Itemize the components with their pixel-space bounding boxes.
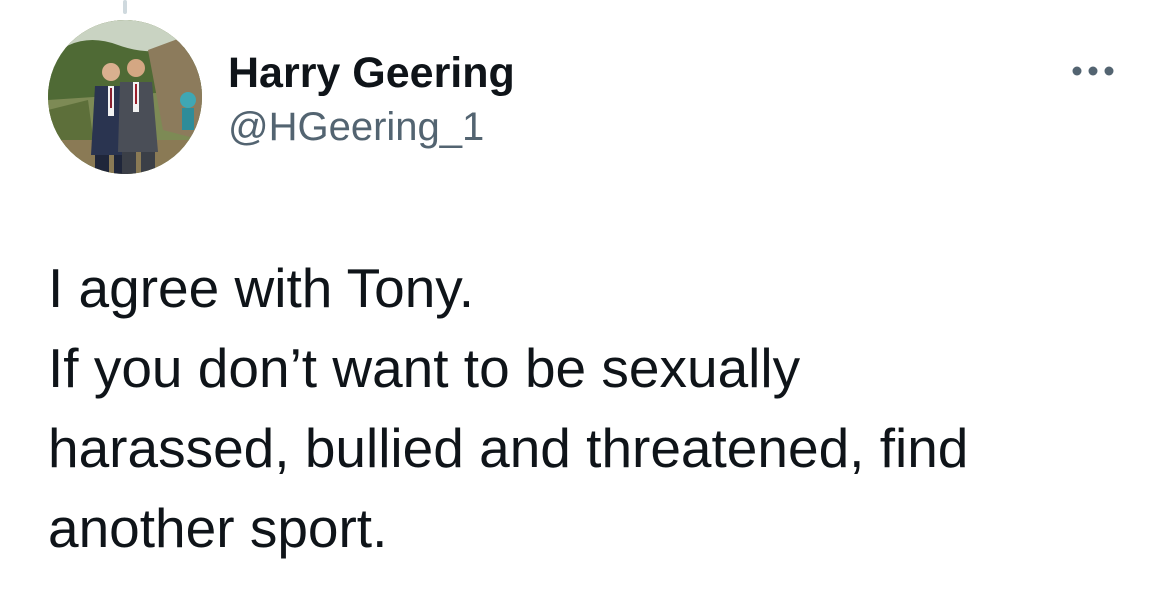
tweet-text: I agree with Tony. If you don’t want to … bbox=[48, 248, 1148, 568]
tweet-text-line: I agree with Tony. bbox=[48, 257, 474, 319]
more-options-button[interactable] bbox=[1066, 56, 1120, 86]
avatar[interactable] bbox=[48, 20, 202, 174]
tweet-text-line: another sport. bbox=[48, 497, 388, 559]
avatar-photo bbox=[48, 20, 202, 174]
more-horizontal-icon bbox=[1072, 66, 1114, 76]
tweet-text-line: If you don’t want to be sexually bbox=[48, 337, 801, 399]
thread-connector-line bbox=[123, 0, 127, 14]
author-display-name[interactable]: Harry Geering bbox=[228, 48, 515, 98]
tweet-text-line: harassed, bullied and threatened, find bbox=[48, 417, 969, 479]
author-handle[interactable]: @HGeering_1 bbox=[228, 104, 484, 150]
